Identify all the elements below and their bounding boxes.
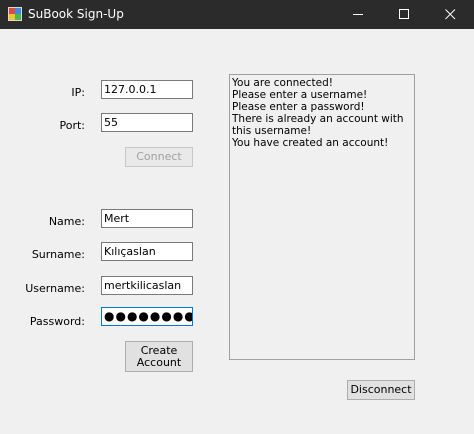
surname-label: Surname: xyxy=(31,248,85,261)
app-icon xyxy=(8,7,22,21)
title-bar[interactable]: SuBook Sign-Up xyxy=(0,0,474,29)
minimize-button[interactable] xyxy=(336,0,382,29)
name-label: Name: xyxy=(48,215,85,228)
close-button[interactable] xyxy=(428,0,474,29)
surname-input[interactable]: Kılıçaslan xyxy=(101,242,193,261)
status-log[interactable]: You are connected! Please enter a userna… xyxy=(229,74,415,360)
maximize-icon xyxy=(399,9,409,19)
password-label: Password: xyxy=(29,315,85,328)
ip-label: IP: xyxy=(71,86,85,99)
window-title: SuBook Sign-Up xyxy=(28,7,124,21)
port-input[interactable]: 55 xyxy=(101,113,193,132)
password-value: ●●●●●●●● xyxy=(104,309,193,323)
connect-button[interactable]: Connect xyxy=(125,147,193,167)
minimize-icon xyxy=(353,14,363,15)
username-label: Username: xyxy=(25,282,85,295)
name-input[interactable]: Mert xyxy=(101,209,193,228)
maximize-button[interactable] xyxy=(382,0,428,29)
username-input[interactable]: mertkilicaslan xyxy=(101,276,193,295)
ip-input[interactable]: 127.0.0.1 xyxy=(101,80,193,99)
port-label: Port: xyxy=(59,119,85,132)
disconnect-button[interactable]: Disconnect xyxy=(347,380,415,400)
create-account-button[interactable]: Create Account xyxy=(125,341,193,372)
close-icon xyxy=(445,9,456,20)
password-input[interactable]: ●●●●●●●● xyxy=(101,307,193,326)
signup-window: SuBook Sign-Up IP: 127.0.0.1 Port: 55 Co… xyxy=(0,0,474,434)
